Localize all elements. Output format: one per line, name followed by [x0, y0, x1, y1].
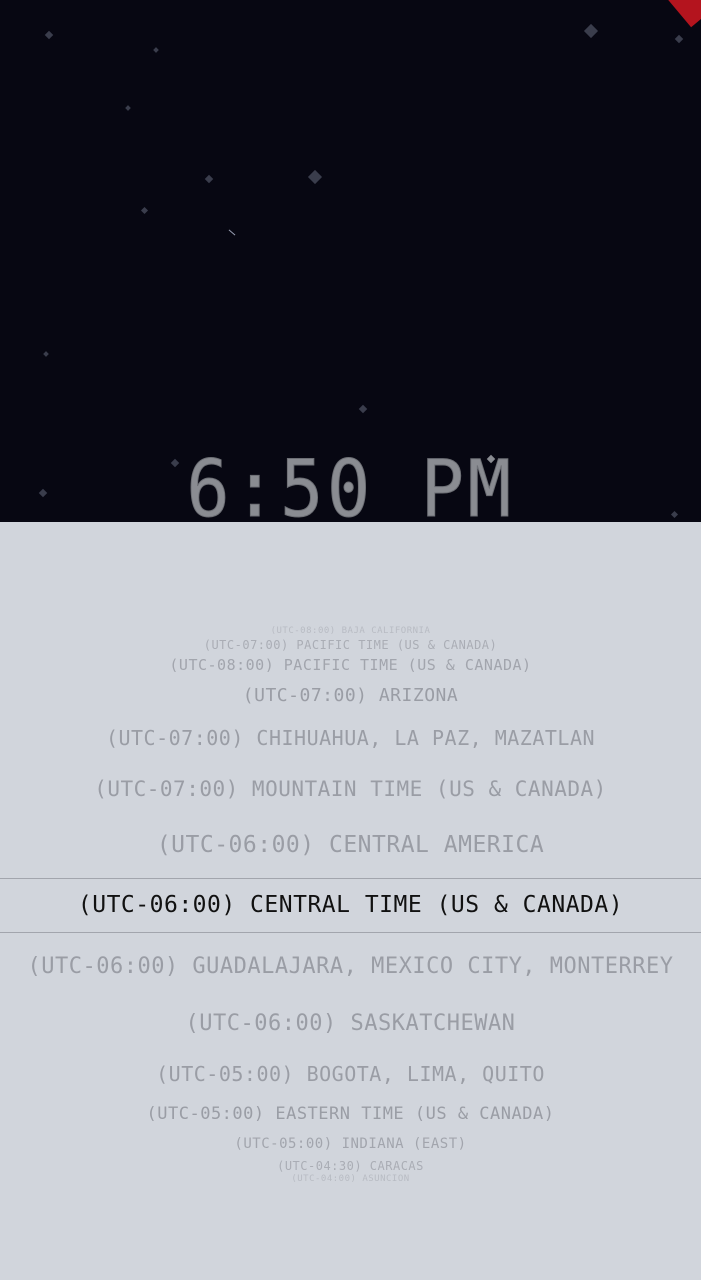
timezone-option[interactable]: (UTC-08:00) Pacific Time (US & Canada)	[0, 656, 701, 674]
star	[358, 404, 368, 414]
digital-clock-time: 6:50 PM	[186, 445, 515, 523]
shooting-star	[228, 229, 236, 236]
timezone-option[interactable]: (UTC-05:00) Eastern Time (US & Canada)	[0, 1103, 701, 1125]
timezone-option[interactable]: (UTC-04:30) Caracas	[0, 1159, 701, 1173]
selection-top-line	[0, 878, 701, 879]
starfield-background: 6:50 PM	[0, 0, 701, 522]
timezone-option[interactable]: (UTC-05:00) Bogota, Lima, Quito	[0, 1061, 701, 1087]
timezone-option[interactable]: (UTC-07:00) Pacific Time (US & Canada)	[0, 638, 701, 652]
timezone-option[interactable]: (UTC-06:00) Central America	[0, 830, 701, 860]
star	[153, 47, 159, 53]
timezone-option[interactable]: (UTC-07:00) Mountain Time (US & Canada)	[0, 775, 701, 803]
timezone-picker[interactable]: (UTC-08:00) Baja California (UTC-07:00) …	[0, 522, 701, 1280]
star	[674, 34, 684, 44]
timezone-clock-screen: 6:50 PM (UTC-08:00) Baja California (UTC…	[0, 0, 701, 1280]
star	[125, 105, 131, 111]
timezone-option[interactable]: (UTC-07:00) Chihuahua, La Paz, Mazatlan	[0, 725, 701, 751]
timezone-option[interactable]: (UTC-05:00) Indiana (East)	[0, 1136, 701, 1153]
timezone-option[interactable]: (UTC-06:00) Saskatchewan	[0, 1010, 701, 1038]
star	[583, 23, 599, 39]
star	[204, 174, 214, 184]
timezone-option-selected[interactable]: (UTC-06:00) Central Time (US & Canada)	[0, 890, 701, 920]
timezone-option[interactable]: (UTC-04:00) Asuncion	[0, 1174, 701, 1184]
corner-ribbon	[660, 0, 701, 28]
timezone-option[interactable]: (UTC-06:00) Guadalajara, Mexico City, Mo…	[0, 952, 701, 982]
star	[140, 206, 149, 215]
star	[44, 30, 54, 40]
timezone-option[interactable]: (UTC-07:00) Arizona	[0, 685, 701, 707]
timezone-option[interactable]: (UTC-08:00) Baja California	[0, 626, 701, 636]
star	[307, 169, 323, 185]
star	[43, 351, 49, 357]
selection-bottom-line	[0, 932, 701, 933]
